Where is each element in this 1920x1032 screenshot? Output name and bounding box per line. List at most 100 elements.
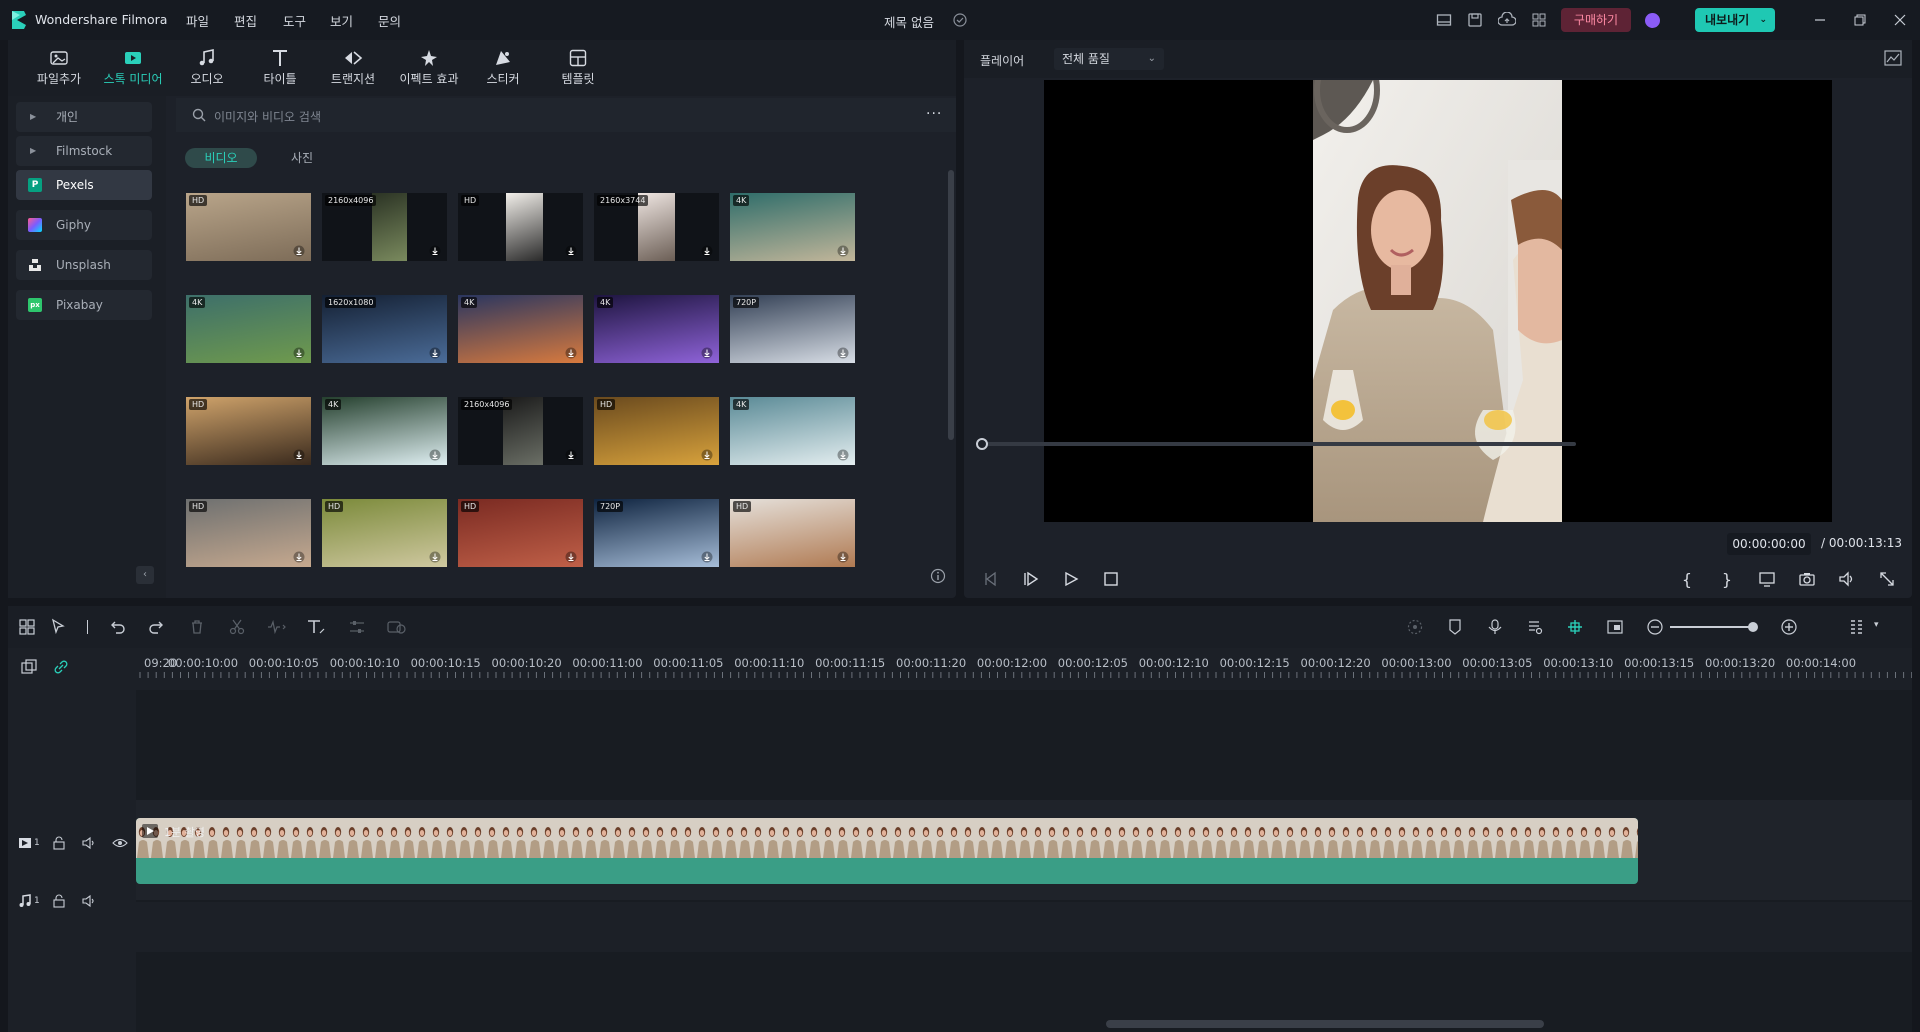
- close-icon[interactable]: [1892, 12, 1908, 28]
- lock-icon[interactable]: [52, 894, 66, 908]
- media-thumbnail[interactable]: HD: [186, 499, 311, 567]
- layout-grid-icon[interactable]: [18, 618, 36, 636]
- download-icon[interactable]: [565, 449, 577, 461]
- zoom-slider-knob[interactable]: [1748, 622, 1758, 632]
- download-icon[interactable]: [429, 551, 441, 563]
- tab-stock-media[interactable]: 스톡 미디어: [96, 48, 170, 87]
- microphone-icon[interactable]: [1486, 618, 1504, 636]
- menu-tools[interactable]: 도구: [283, 11, 306, 30]
- media-thumbnail[interactable]: 4K: [322, 397, 447, 465]
- prev-frame-icon[interactable]: [982, 570, 1000, 588]
- media-thumbnail[interactable]: 2160x4096: [458, 397, 583, 465]
- timeline-settings-icon[interactable]: [1848, 618, 1866, 636]
- restore-icon[interactable]: [1852, 12, 1868, 28]
- quality-select[interactable]: 전체 품질 ⌄: [1054, 48, 1164, 70]
- download-icon[interactable]: [429, 245, 441, 257]
- media-thumbnail[interactable]: HD: [322, 499, 447, 567]
- apps-grid-icon[interactable]: [1531, 12, 1547, 28]
- download-icon[interactable]: [293, 449, 305, 461]
- play-icon[interactable]: [1062, 570, 1080, 588]
- download-icon[interactable]: [701, 347, 713, 359]
- media-thumbnail[interactable]: 4K: [594, 295, 719, 363]
- camera-snapshot-icon[interactable]: [1798, 570, 1816, 588]
- display-monitor-icon[interactable]: [1758, 570, 1776, 588]
- text-tool-icon[interactable]: [306, 618, 325, 636]
- media-thumbnail[interactable]: HD: [730, 499, 855, 567]
- select-pointer-icon[interactable]: [50, 618, 68, 636]
- media-scrollbar[interactable]: [948, 170, 954, 440]
- media-thumbnail[interactable]: HD: [186, 193, 311, 261]
- mark-in-icon[interactable]: {: [1678, 570, 1696, 589]
- mute-speaker-icon[interactable]: [82, 836, 98, 850]
- tab-stickers[interactable]: 스티커: [466, 48, 540, 87]
- download-icon[interactable]: [837, 449, 849, 461]
- search-input[interactable]: 이미지와 비디오 검색: [214, 108, 321, 125]
- download-icon[interactable]: [565, 245, 577, 257]
- search-bar[interactable]: 이미지와 비디오 검색 ···: [176, 98, 956, 132]
- playhead-knob[interactable]: [976, 438, 988, 450]
- download-icon[interactable]: [701, 245, 713, 257]
- minimize-icon[interactable]: [1812, 12, 1828, 28]
- stop-icon[interactable]: [1102, 570, 1120, 588]
- zoom-out-icon[interactable]: [1646, 618, 1664, 636]
- media-thumbnail[interactable]: 1620x1080: [322, 295, 447, 363]
- play-frame-icon[interactable]: [1022, 570, 1040, 588]
- eye-visibility-icon[interactable]: [112, 836, 128, 850]
- media-thumbnail[interactable]: HD: [458, 499, 583, 567]
- link-icon[interactable]: [52, 658, 70, 676]
- download-icon[interactable]: [429, 449, 441, 461]
- cloud-upload-icon[interactable]: [1498, 12, 1516, 28]
- more-options-icon[interactable]: ···: [926, 106, 942, 122]
- menu-help[interactable]: 문의: [378, 11, 401, 30]
- media-thumbnail[interactable]: HD: [186, 397, 311, 465]
- avatar[interactable]: [1645, 13, 1660, 28]
- current-time[interactable]: 00:00:00:00: [1727, 533, 1811, 555]
- export-button[interactable]: 내보내기 ⌄: [1695, 8, 1775, 32]
- media-thumbnail[interactable]: 4K: [730, 397, 855, 465]
- sidebar-item-filmstock[interactable]: ▶ Filmstock: [16, 136, 152, 166]
- collapse-sidebar-icon[interactable]: ‹: [136, 566, 154, 584]
- render-preview-icon[interactable]: [1406, 618, 1424, 636]
- menu-edit[interactable]: 편집: [234, 11, 257, 30]
- progress-track[interactable]: [976, 438, 1576, 450]
- layout-icon[interactable]: [1436, 12, 1452, 28]
- media-thumbnail[interactable]: 720P: [594, 499, 719, 567]
- color-match-icon[interactable]: [386, 618, 406, 636]
- download-icon[interactable]: [293, 551, 305, 563]
- media-thumbnail[interactable]: HD: [458, 193, 583, 261]
- snapshot-compare-icon[interactable]: [1884, 50, 1902, 66]
- menu-view[interactable]: 보기: [330, 11, 353, 30]
- download-icon[interactable]: [429, 347, 441, 359]
- media-thumbnail[interactable]: 4K: [730, 193, 855, 261]
- delete-icon[interactable]: [188, 618, 206, 636]
- sidebar-item-personal[interactable]: ▶ 개인: [16, 102, 152, 132]
- tab-effects[interactable]: 이펙트 효과: [392, 48, 466, 87]
- audio-edit-icon[interactable]: [266, 618, 286, 636]
- mark-out-icon[interactable]: }: [1718, 570, 1736, 589]
- media-thumbnail[interactable]: 2160x4096: [322, 193, 447, 261]
- tab-transitions[interactable]: 트랜지션: [316, 48, 390, 87]
- tab-templates[interactable]: 템플릿: [541, 48, 615, 87]
- tab-audio[interactable]: 오디오: [170, 48, 244, 87]
- download-icon[interactable]: [565, 551, 577, 563]
- download-icon[interactable]: [837, 347, 849, 359]
- marker-shield-icon[interactable]: [1446, 618, 1464, 636]
- redo-icon[interactable]: [148, 618, 166, 636]
- media-thumbnail[interactable]: 4K: [186, 295, 311, 363]
- media-thumbnail[interactable]: 4K: [458, 295, 583, 363]
- sidebar-item-pixabay[interactable]: px Pixabay: [16, 290, 152, 320]
- info-icon[interactable]: [930, 568, 946, 584]
- zoom-in-icon[interactable]: [1780, 618, 1798, 636]
- download-icon[interactable]: [293, 245, 305, 257]
- pip-overlay-icon[interactable]: [1606, 618, 1624, 636]
- add-track-icon[interactable]: [20, 658, 38, 676]
- fullscreen-icon[interactable]: [1878, 570, 1896, 588]
- download-icon[interactable]: [565, 347, 577, 359]
- zoom-slider[interactable]: [1670, 626, 1754, 628]
- time-ruler[interactable]: 09:20 00:00:10:00 00:00:10:05 00:00:10:10 00…: [136, 650, 1912, 690]
- download-icon[interactable]: [837, 245, 849, 257]
- subtab-photo[interactable]: 사진: [270, 148, 334, 168]
- snap-magnet-icon[interactable]: [1566, 618, 1584, 636]
- tab-titles[interactable]: 타이틀: [243, 48, 317, 87]
- track-area[interactable]: 1분 촬영: [136, 690, 1912, 1032]
